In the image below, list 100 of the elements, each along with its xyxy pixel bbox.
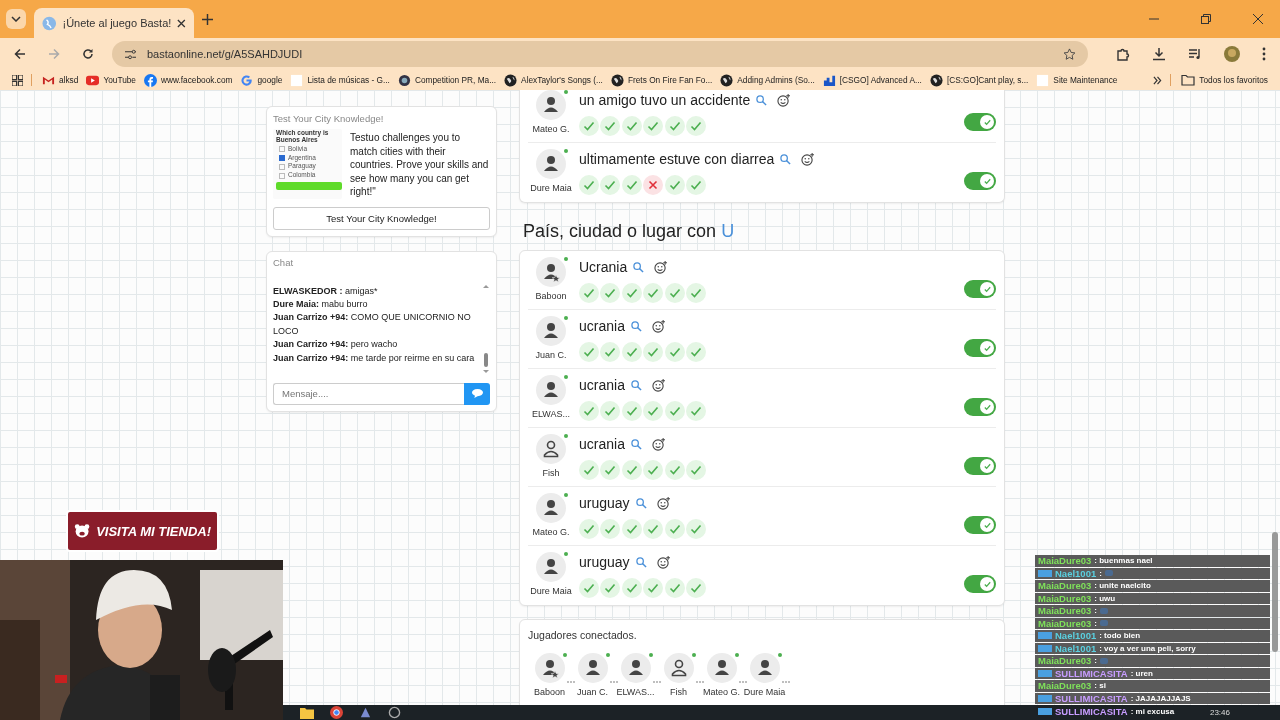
add-reaction-icon[interactable] — [656, 496, 670, 510]
check-vote-icon[interactable] — [643, 401, 664, 421]
close-icon[interactable] — [1253, 14, 1263, 24]
check-vote-icon[interactable] — [664, 460, 685, 480]
check-vote-icon[interactable] — [621, 578, 642, 598]
check-vote-icon[interactable] — [600, 175, 621, 195]
check-vote-icon[interactable] — [643, 519, 664, 539]
add-reaction-icon[interactable] — [777, 93, 791, 107]
check-vote-icon[interactable] — [579, 519, 599, 539]
valid-toggle[interactable] — [964, 280, 996, 298]
check-vote-icon[interactable] — [579, 342, 599, 362]
search-icon[interactable] — [630, 379, 642, 391]
search-icon[interactable] — [630, 320, 642, 332]
close-icon[interactable] — [177, 18, 186, 28]
valid-toggle[interactable] — [964, 575, 996, 593]
check-vote-icon[interactable] — [600, 283, 621, 303]
check-vote-icon[interactable] — [664, 519, 685, 539]
add-reaction-icon[interactable] — [654, 260, 668, 274]
check-vote-icon[interactable] — [621, 283, 642, 303]
download-icon[interactable] — [1152, 47, 1166, 61]
cross-vote-icon[interactable] — [643, 175, 664, 195]
check-vote-icon[interactable] — [600, 342, 621, 362]
valid-toggle[interactable] — [964, 339, 996, 357]
add-reaction-icon[interactable] — [801, 152, 815, 166]
check-vote-icon[interactable] — [621, 460, 642, 480]
search-icon[interactable] — [630, 438, 642, 450]
search-icon[interactable] — [635, 556, 647, 568]
bookmark-item[interactable]: www.facebook.com — [142, 73, 237, 87]
apps-icon[interactable] — [12, 74, 23, 86]
back-icon[interactable] — [14, 48, 26, 60]
bookmark-item[interactable]: Lista de músicas - G... — [288, 73, 394, 87]
check-vote-icon[interactable] — [600, 578, 621, 598]
bookmark-item[interactable]: AlexTaylor's Songs (... — [502, 73, 607, 87]
search-icon[interactable] — [633, 261, 645, 273]
site-settings-icon[interactable] — [124, 48, 137, 60]
check-vote-icon[interactable] — [664, 401, 685, 421]
ad-button[interactable]: Test Your City Knowledge! — [273, 206, 490, 230]
check-vote-icon[interactable] — [664, 116, 685, 136]
check-vote-icon[interactable] — [600, 401, 621, 421]
bookmark-item[interactable]: [CSGO] Advanced A... — [820, 73, 926, 87]
check-vote-icon[interactable] — [643, 116, 664, 136]
check-vote-icon[interactable] — [579, 401, 599, 421]
search-icon[interactable] — [635, 497, 647, 509]
check-vote-icon[interactable] — [600, 460, 621, 480]
star-icon[interactable] — [1063, 47, 1076, 61]
check-vote-icon[interactable] — [643, 578, 664, 598]
bookmark-item[interactable]: Frets On Fire Fan Fo... — [608, 73, 717, 87]
menu-icon[interactable] — [1262, 47, 1266, 61]
check-vote-icon[interactable] — [579, 283, 599, 303]
check-vote-icon[interactable] — [643, 460, 664, 480]
check-vote-icon[interactable] — [621, 175, 642, 195]
check-vote-icon[interactable] — [664, 175, 685, 195]
app-icon[interactable] — [388, 706, 401, 719]
check-vote-icon[interactable] — [621, 116, 642, 136]
check-vote-icon[interactable] — [600, 519, 621, 539]
check-vote-icon[interactable] — [621, 401, 642, 421]
send-button[interactable] — [464, 382, 490, 405]
valid-toggle[interactable] — [964, 457, 996, 475]
address-bar[interactable]: bastaonline.net/g/A5SAHDJUDI — [112, 41, 1088, 67]
bookmark-item[interactable]: Site Maintenance — [1034, 73, 1122, 87]
add-reaction-icon[interactable] — [651, 437, 665, 451]
check-vote-icon[interactable] — [685, 401, 706, 421]
check-vote-icon[interactable] — [685, 519, 706, 539]
search-icon[interactable] — [780, 153, 792, 165]
browser-icon[interactable] — [330, 706, 343, 719]
check-vote-icon[interactable] — [621, 519, 642, 539]
check-vote-icon[interactable] — [664, 283, 685, 303]
bookmark-item[interactable]: YouTube — [84, 73, 140, 87]
check-vote-icon[interactable] — [685, 175, 706, 195]
forward-icon[interactable] — [48, 48, 60, 60]
puzzle-icon[interactable] — [1116, 47, 1130, 61]
restore-icon[interactable] — [1201, 14, 1211, 24]
add-reaction-icon[interactable] — [656, 555, 670, 569]
check-vote-icon[interactable] — [621, 342, 642, 362]
bookmark-item[interactable]: Adding Admins (So... — [718, 73, 819, 87]
check-vote-icon[interactable] — [579, 460, 599, 480]
search-icon[interactable] — [756, 94, 768, 106]
browser-tab[interactable]: ¡Únete al juego Basta! — [34, 8, 194, 38]
chevron-down-icon[interactable] — [11, 16, 21, 22]
valid-toggle[interactable] — [964, 113, 996, 131]
valid-toggle[interactable] — [964, 172, 996, 190]
add-reaction-icon[interactable] — [651, 319, 665, 333]
add-reaction-icon[interactable] — [651, 378, 665, 392]
check-vote-icon[interactable] — [685, 283, 706, 303]
bookmark-item[interactable]: [CS:GO]Cant play, s... — [927, 73, 1033, 87]
message-field[interactable]: Mensaje.... — [273, 382, 464, 405]
check-vote-icon[interactable] — [685, 342, 706, 362]
scrollbar[interactable] — [482, 284, 490, 373]
all-bookmarks-button[interactable]: Todos los favoritos — [1179, 74, 1272, 86]
check-vote-icon[interactable] — [685, 116, 706, 136]
check-vote-icon[interactable] — [664, 342, 685, 362]
bookmark-item[interactable]: alksd — [40, 73, 83, 87]
valid-toggle[interactable] — [964, 398, 996, 416]
bookmark-item[interactable]: Competition PR, Ma... — [395, 73, 501, 87]
check-vote-icon[interactable] — [685, 578, 706, 598]
check-vote-icon[interactable] — [643, 342, 664, 362]
check-vote-icon[interactable] — [643, 283, 664, 303]
valid-toggle[interactable] — [964, 516, 996, 534]
check-vote-icon[interactable] — [579, 175, 599, 195]
bookmark-item[interactable]: google — [238, 73, 287, 87]
